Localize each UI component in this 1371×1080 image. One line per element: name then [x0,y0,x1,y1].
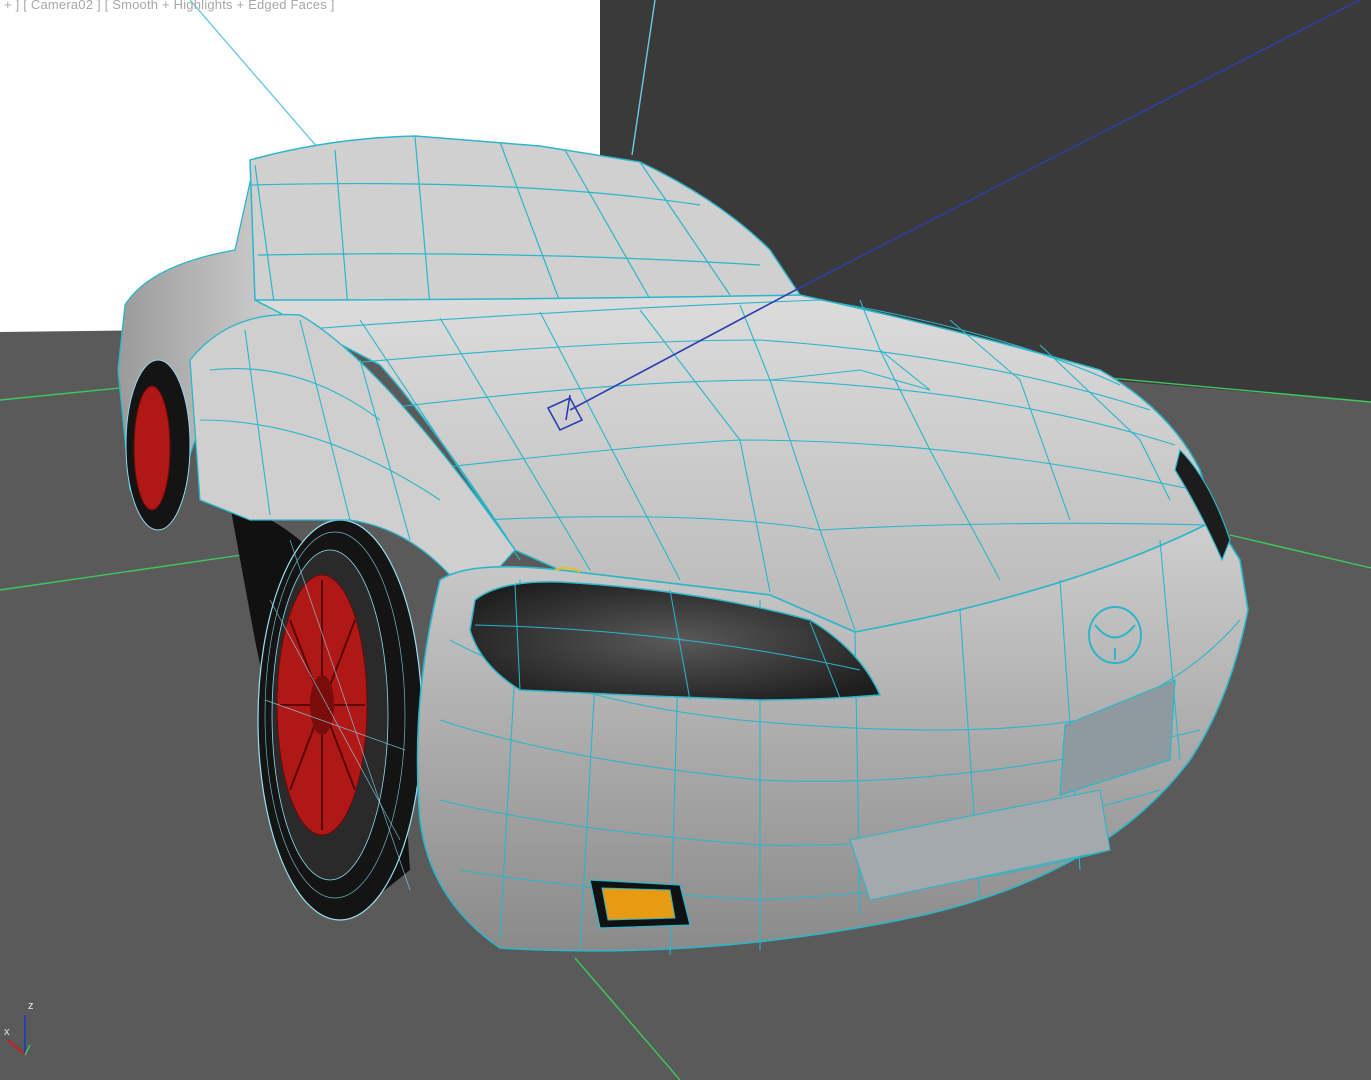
viewport-label[interactable]: + ] [ Camera02 ] [ Smooth + Highlights +… [4,0,335,12]
axis-z-label: z [28,1000,34,1012]
axis-x-label: x [4,1026,10,1038]
front-wheel [257,519,423,921]
camera-viewport[interactable]: + ] [ Camera02 ] [ Smooth + Highlights +… [0,0,1371,1080]
rear-wheel [125,359,191,531]
fog-light [589,879,691,929]
viewport-scene[interactable] [0,0,1371,1080]
